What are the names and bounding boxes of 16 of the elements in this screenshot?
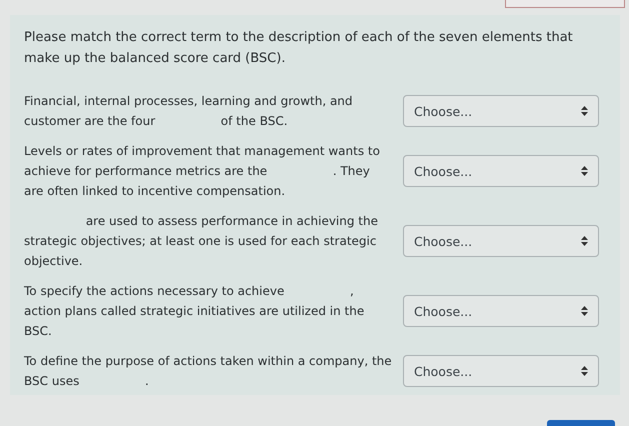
- answer-select[interactable]: Choose...: [403, 355, 599, 387]
- sort-arrows-icon: [581, 306, 588, 316]
- description-text: Financial, internal processes, learning and growth, and customer are the four of the BSC.: [24, 93, 354, 130]
- description-text: Levels or rates of improvement that management wants to achieve for performance metrics are the . They are often linked to incentive compensation.: [24, 143, 381, 200]
- sort-arrows-icon: [581, 106, 588, 116]
- description-text: To specify the actions necessary to achieve , action plans called strategic initiatives are utilized in the BSC.: [24, 283, 366, 340]
- sort-arrows-icon: [581, 236, 588, 246]
- description-text: are used to assess performance in achieving the strategic objectives; at least one is used for each strategic objective.: [24, 213, 379, 270]
- answer-select[interactable]: Choose...: [403, 155, 599, 187]
- description-text: To define the purpose of actions taken within a company, the BSC uses .: [24, 353, 393, 390]
- question-text: Please match the correct term to the description of each of the seven elements that make up the balanced score card (BSC).: [24, 29, 574, 68]
- answer-select[interactable]: Choose...: [403, 295, 599, 327]
- answer-select[interactable]: Choose...: [403, 95, 599, 127]
- sort-arrows-icon: [581, 166, 588, 176]
- sort-arrows-icon: [581, 366, 588, 376]
- answer-select[interactable]: Choose...: [403, 225, 599, 257]
